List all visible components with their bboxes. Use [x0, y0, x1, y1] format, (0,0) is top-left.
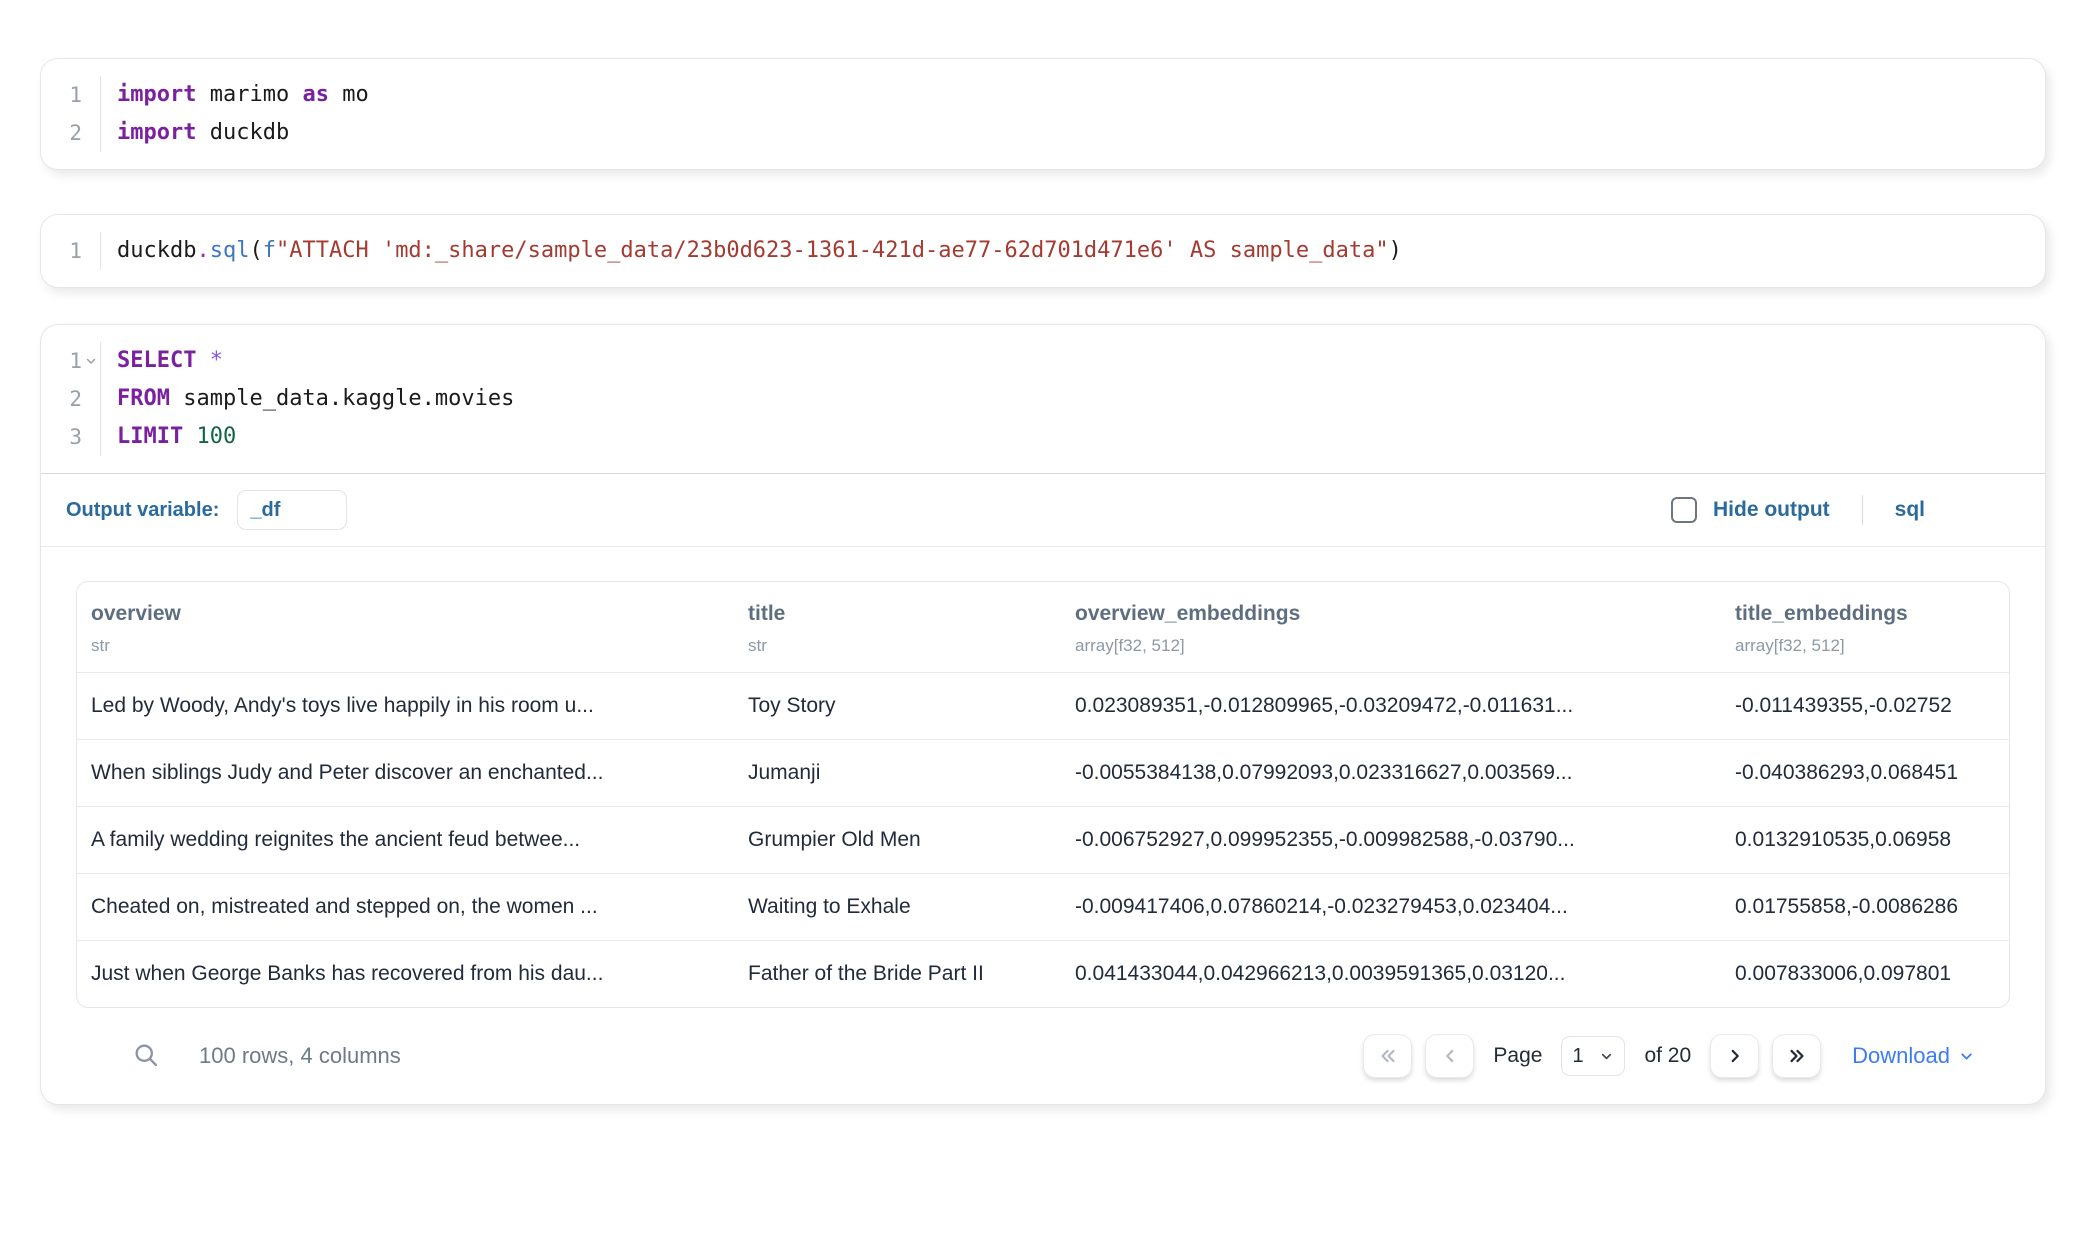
table-cell: Grumpier Old Men [734, 807, 1061, 873]
code-line: 1duckdb.sql(f"ATTACH 'md:_share/sample_d… [41, 232, 2045, 270]
code-editor-attach[interactable]: 1duckdb.sql(f"ATTACH 'md:_share/sample_d… [41, 215, 2045, 287]
table-cell: -0.011439355,-0.02752 [1721, 673, 2009, 739]
code-line: 1SELECT * [41, 342, 2045, 380]
last-page-icon[interactable] [1772, 1034, 1821, 1078]
table-cell: Cheated on, mistreated and stepped on, t… [77, 874, 734, 940]
page-total: of 20 [1644, 1044, 1691, 1068]
row-count-summary: 100 rows, 4 columns [199, 1043, 401, 1069]
hide-output-label[interactable]: Hide output [1713, 498, 1830, 522]
notebook-cell-attach: 1duckdb.sql(f"ATTACH 'md:_share/sample_d… [40, 214, 2046, 288]
table-cell: -0.006752927,0.099952355,-0.009982588,-0… [1061, 807, 1721, 873]
table-row: Just when George Banks has recovered fro… [77, 940, 2009, 1007]
language-badge-sql[interactable]: sql [1895, 498, 1925, 522]
table-cell: 0.041433044,0.042966213,0.0039591365,0.0… [1061, 941, 1721, 1007]
page-select[interactable]: 1 [1561, 1036, 1625, 1076]
table-cell: 0.023089351,-0.012809965,-0.03209472,-0.… [1061, 673, 1721, 739]
hide-output-checkbox[interactable] [1671, 497, 1697, 523]
table-cell: A family wedding reignites the ancient f… [77, 807, 734, 873]
line-number-gutter: 3 [41, 418, 101, 456]
column-header-overview_embeddings[interactable]: overview_embeddingsarray[f32, 512] [1061, 582, 1721, 672]
code-editor-imports[interactable]: 1import marimo as mo2import duckdb [41, 59, 2045, 169]
code-line-text: SELECT * [101, 342, 223, 380]
table-cell: Toy Story [734, 673, 1061, 739]
code-line: 2import duckdb [41, 114, 2045, 152]
toolbar-divider [1862, 495, 1863, 525]
line-number-gutter: 1 [41, 342, 101, 380]
notebook-cell-imports: 1import marimo as mo2import duckdb [40, 58, 2046, 170]
next-page-icon[interactable] [1710, 1034, 1759, 1078]
chevron-down-icon [1599, 1049, 1614, 1064]
chevron-down-icon [1958, 1048, 1975, 1065]
table-cell: Father of the Bride Part II [734, 941, 1061, 1007]
page-label: Page [1493, 1044, 1542, 1068]
code-line: 3LIMIT 100 [41, 418, 2045, 456]
cell-output: overviewstrtitlestroverview_embeddingsar… [41, 547, 2045, 1078]
code-line: 1import marimo as mo [41, 76, 2045, 114]
table-cell: Just when George Banks has recovered fro… [77, 941, 734, 1007]
column-header-title_embeddings[interactable]: title_embeddingsarray[f32, 512] [1721, 582, 2009, 672]
code-line-text: import duckdb [101, 114, 289, 152]
table-cell: -0.0055384138,0.07992093,0.023316627,0.0… [1061, 740, 1721, 806]
table-cell: Waiting to Exhale [734, 874, 1061, 940]
code-line-text: import marimo as mo [101, 76, 369, 114]
code-line-text: duckdb.sql(f"ATTACH 'md:_share/sample_da… [101, 232, 1402, 270]
pagination: Page 1 of 20 [1363, 1034, 1975, 1078]
code-line-text: FROM sample_data.kaggle.movies [101, 380, 514, 418]
table-row: Cheated on, mistreated and stepped on, t… [77, 873, 2009, 940]
table-body: Led by Woody, Andy's toys live happily i… [77, 672, 2009, 1007]
table-cell: When siblings Judy and Peter discover an… [77, 740, 734, 806]
code-line-text: LIMIT 100 [101, 418, 236, 456]
table-header-row: overviewstrtitlestroverview_embeddingsar… [77, 582, 2009, 672]
output-variable-bar: Output variable: Hide output sql [41, 474, 2045, 546]
table-cell: -0.040386293,0.068451 [1721, 740, 2009, 806]
code-line: 2FROM sample_data.kaggle.movies [41, 380, 2045, 418]
output-variable-input[interactable] [237, 490, 347, 530]
table-cell: 0.01755858,-0.0086286 [1721, 874, 2009, 940]
table-cell: 0.007833006,0.097801 [1721, 941, 2009, 1007]
notebook-cell-sql: 1SELECT *2FROM sample_data.kaggle.movies… [40, 324, 2046, 1105]
prev-page-icon[interactable] [1425, 1034, 1474, 1078]
code-editor-sql[interactable]: 1SELECT *2FROM sample_data.kaggle.movies… [41, 325, 2045, 473]
table-cell: Led by Woody, Andy's toys live happily i… [77, 673, 734, 739]
column-header-overview[interactable]: overviewstr [77, 582, 734, 672]
column-header-title[interactable]: titlestr [734, 582, 1061, 672]
table-row: Led by Woody, Andy's toys live happily i… [77, 672, 2009, 739]
line-number-gutter: 2 [41, 114, 101, 152]
table-cell: 0.0132910535,0.06958 [1721, 807, 2009, 873]
table-footer: 100 rows, 4 columns Page 1 [76, 1008, 2010, 1078]
line-number-gutter: 1 [41, 232, 101, 270]
page-select-value: 1 [1572, 1045, 1583, 1068]
first-page-icon[interactable] [1363, 1034, 1412, 1078]
download-button[interactable]: Download [1852, 1043, 1975, 1069]
table-cell: Jumanji [734, 740, 1061, 806]
download-label: Download [1852, 1043, 1950, 1069]
line-number-gutter: 2 [41, 380, 101, 418]
search-icon[interactable] [131, 1041, 161, 1071]
output-variable-label: Output variable: [66, 499, 219, 522]
result-table: overviewstrtitlestroverview_embeddingsar… [76, 581, 2010, 1008]
table-row: A family wedding reignites the ancient f… [77, 806, 2009, 873]
table-row: When siblings Judy and Peter discover an… [77, 739, 2009, 806]
table-cell: -0.009417406,0.07860214,-0.023279453,0.0… [1061, 874, 1721, 940]
fold-chevron-icon[interactable] [82, 342, 100, 380]
line-number-gutter: 1 [41, 76, 101, 114]
